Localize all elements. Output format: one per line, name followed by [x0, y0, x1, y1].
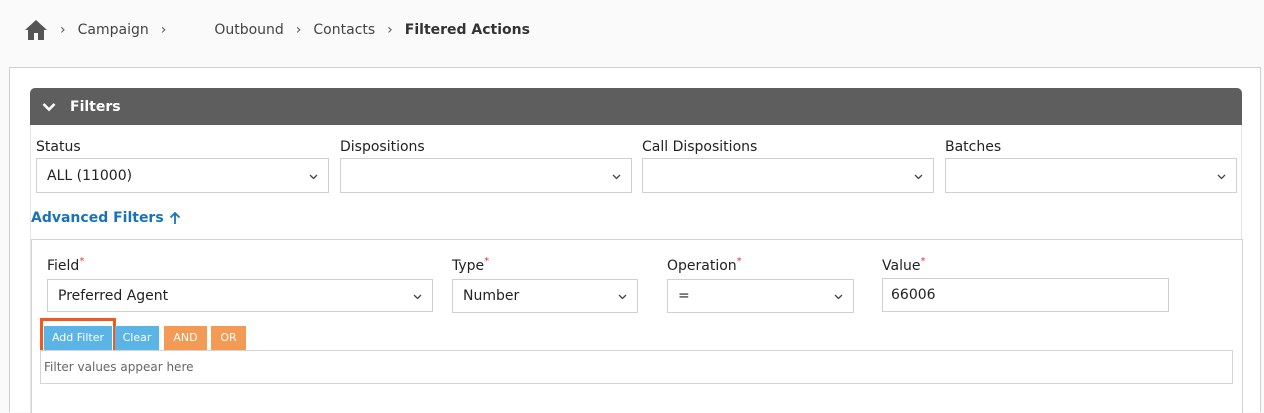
value-label: Value*	[882, 256, 926, 274]
chevron-right-icon: ›	[387, 22, 393, 38]
batches-select[interactable]	[945, 158, 1237, 193]
chevron-right-icon: ›	[60, 22, 66, 38]
chevron-down-icon	[914, 174, 923, 179]
filter-values-field[interactable]	[40, 350, 1233, 384]
call-dispositions-label: Call Dispositions	[642, 139, 758, 155]
operation-label: Operation*	[667, 256, 742, 274]
field-value: Preferred Agent	[58, 287, 169, 304]
chevron-down-icon	[309, 174, 318, 179]
and-button[interactable]: AND	[164, 326, 207, 350]
main-panel: Filters Status ALL (11000) Dispositions …	[9, 67, 1261, 413]
operation-select[interactable]: =	[667, 279, 854, 313]
advanced-filters-panel: Field* Preferred Agent Type* Number Oper…	[31, 239, 1243, 413]
advanced-filters-link[interactable]: Advanced Filters	[31, 210, 181, 226]
call-dispositions-select[interactable]	[642, 158, 934, 193]
type-select[interactable]: Number	[452, 279, 638, 313]
dispositions-select[interactable]	[340, 158, 632, 193]
add-filter-button[interactable]: Add Filter	[44, 326, 112, 350]
value-input[interactable]	[882, 278, 1169, 312]
or-button[interactable]: OR	[211, 326, 246, 350]
filters-header[interactable]: Filters	[30, 88, 1242, 125]
status-value: ALL (11000)	[47, 167, 133, 184]
breadcrumb-item-current: Filtered Actions	[404, 22, 530, 38]
arrow-up-icon	[169, 211, 180, 224]
filters-body: Status ALL (11000) Dispositions Call Dis…	[30, 125, 1243, 413]
operation-value: =	[678, 288, 690, 304]
type-value: Number	[463, 288, 520, 304]
field-label: Field*	[47, 256, 85, 274]
chevron-right-icon: ›	[295, 22, 302, 38]
required-marker: *	[920, 256, 926, 267]
field-select[interactable]: Preferred Agent	[47, 279, 433, 312]
chevron-down-icon	[42, 102, 56, 111]
breadcrumb-item-contacts[interactable]: Contacts	[313, 22, 375, 38]
filters-title: Filters	[70, 98, 121, 115]
status-label: Status	[36, 139, 81, 155]
required-marker: *	[79, 256, 85, 267]
required-marker: *	[736, 256, 742, 267]
status-select[interactable]: ALL (11000)	[36, 158, 329, 193]
breadcrumb: › Campaign › Outbound › Contacts › Filte…	[24, 18, 530, 42]
dispositions-label: Dispositions	[340, 139, 425, 155]
breadcrumb-item-campaign[interactable]: Campaign	[78, 22, 149, 38]
batches-label: Batches	[945, 139, 1002, 155]
breadcrumb-item-outbound[interactable]: Outbound	[214, 22, 283, 38]
home-icon[interactable]	[24, 19, 48, 41]
chevron-down-icon	[612, 174, 621, 179]
required-marker: *	[484, 256, 490, 267]
clear-button[interactable]: Clear	[115, 326, 159, 350]
chevron-down-icon	[413, 294, 422, 299]
type-label: Type*	[452, 256, 490, 274]
chevron-down-icon	[834, 294, 843, 300]
chevron-right-icon: ›	[160, 22, 167, 38]
chevron-down-icon	[618, 294, 627, 300]
chevron-down-icon	[1217, 174, 1226, 179]
advanced-filters-label: Advanced Filters	[31, 210, 164, 226]
